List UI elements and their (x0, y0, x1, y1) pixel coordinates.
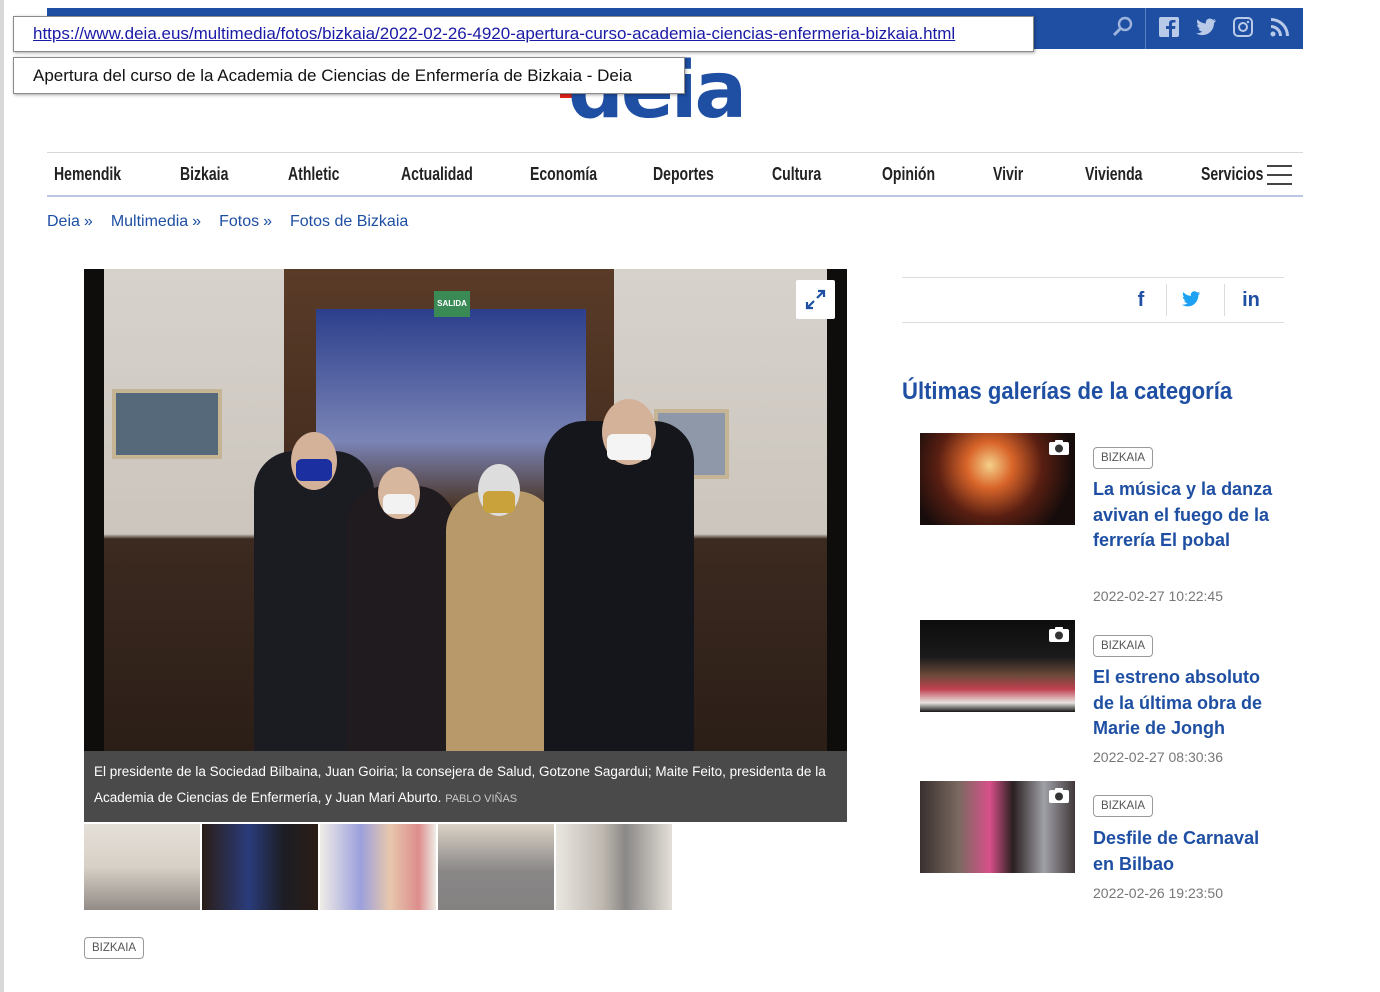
photo-credit: PABLO VIÑAS (445, 793, 518, 805)
photo-person-2-mask (383, 494, 415, 514)
photo-caption: El presidente de la Sociedad Bilbaina, J… (84, 751, 847, 822)
window-left-edge (0, 0, 4, 992)
search-icon[interactable] (1107, 14, 1137, 40)
gallery-thumbnail[interactable] (320, 824, 436, 910)
camera-icon (1048, 439, 1070, 456)
header-social-links (1157, 15, 1292, 39)
category-tag[interactable]: BIZKAIA (84, 937, 145, 959)
photo-painting-left (112, 389, 222, 459)
rss-icon[interactable] (1268, 15, 1292, 39)
gallery-card-date: 2022-02-27 10:22:45 (1093, 588, 1223, 604)
nav-item-hemendik[interactable]: Hemendik (54, 164, 121, 185)
top-bar-divider (1145, 8, 1146, 49)
nav-item-vivir[interactable]: Vivir (993, 164, 1023, 185)
share-divider (1166, 284, 1167, 316)
share-divider (1224, 284, 1225, 316)
share-bar: f in (902, 277, 1284, 323)
gallery-thumbnail[interactable] (202, 824, 318, 910)
nav-item-cultura[interactable]: Cultura (772, 164, 821, 185)
facebook-icon[interactable] (1157, 15, 1181, 39)
gallery-card-title[interactable]: La música y la danza avivan el fuego de … (1093, 477, 1283, 554)
gallery-card-tag[interactable]: BIZKAIA (1093, 795, 1154, 817)
nav-item-actualidad[interactable]: Actualidad (401, 164, 473, 185)
nav-item-deportes[interactable]: Deportes (653, 164, 714, 185)
gallery-card-date: 2022-02-26 19:23:50 (1093, 885, 1223, 901)
share-facebook-icon[interactable]: f (1129, 289, 1153, 313)
share-twitter-icon[interactable] (1179, 289, 1203, 313)
gallery-card-image[interactable] (920, 620, 1075, 712)
nav-item-vivienda[interactable]: Vivienda (1085, 164, 1143, 185)
breadcrumb-item[interactable]: Deia» (47, 213, 93, 231)
gallery-card-image[interactable] (920, 433, 1075, 525)
nav-item-servicios[interactable]: Servicios (1201, 164, 1263, 185)
gallery-thumbnail[interactable] (84, 824, 200, 910)
main-navigation: Hemendik Bizkaia Athletic Actualidad Eco… (47, 152, 1303, 197)
gallery-main-photo[interactable]: SALIDA (84, 269, 847, 751)
photo-person-1-mask (296, 459, 332, 481)
thumbnail-strip (84, 824, 672, 910)
photo-person-4 (544, 421, 694, 751)
breadcrumb-item[interactable]: Fotos» (219, 213, 272, 231)
latest-galleries-title: Últimas galerías de la categoría (902, 378, 1233, 405)
gallery-card-date: 2022-02-27 08:30:36 (1093, 749, 1223, 765)
camera-icon (1048, 787, 1070, 804)
gallery-card-title[interactable]: El estreno absoluto de la última obra de… (1093, 665, 1283, 742)
instagram-icon[interactable] (1231, 15, 1255, 39)
hamburger-menu-icon[interactable] (1267, 165, 1292, 185)
gallery-card-title[interactable]: Desfile de Carnaval en Bilbao (1093, 826, 1283, 877)
photo-exit-sign: SALIDA (434, 291, 470, 317)
photo-person-3 (446, 491, 556, 751)
url-tooltip-link[interactable]: https://www.deia.eus/multimedia/fotos/bi… (33, 24, 955, 43)
breadcrumb-item[interactable]: Fotos de Bizkaia (290, 213, 408, 231)
gallery-thumbnail[interactable] (556, 824, 672, 910)
expand-icon (805, 289, 826, 310)
nav-item-athletic[interactable]: Athletic (288, 164, 339, 185)
camera-icon (1048, 626, 1070, 643)
nav-item-opinion[interactable]: Opinión (882, 164, 935, 185)
expand-fullscreen-button[interactable] (796, 280, 835, 319)
photo-person-3-mask (483, 491, 515, 513)
title-tooltip: Apertura del curso de la Academia de Cie… (13, 57, 685, 94)
nav-item-economia[interactable]: Economía (530, 164, 597, 185)
gallery-card-tag[interactable]: BIZKAIA (1093, 447, 1154, 469)
gallery-thumbnail[interactable] (438, 824, 554, 910)
gallery-card-image[interactable] (920, 781, 1075, 873)
breadcrumb-item[interactable]: Multimedia» (111, 213, 201, 231)
breadcrumb: Deia» Multimedia» Fotos» Fotos de Bizkai… (47, 213, 426, 231)
gallery-card-tag[interactable]: BIZKAIA (1093, 635, 1154, 657)
share-linkedin-icon[interactable]: in (1239, 289, 1263, 313)
photo-person-2 (346, 486, 456, 751)
twitter-icon[interactable] (1194, 15, 1218, 39)
photo-person-4-mask (607, 434, 651, 460)
nav-item-bizkaia[interactable]: Bizkaia (180, 164, 228, 185)
url-tooltip: https://www.deia.eus/multimedia/fotos/bi… (13, 16, 1034, 52)
